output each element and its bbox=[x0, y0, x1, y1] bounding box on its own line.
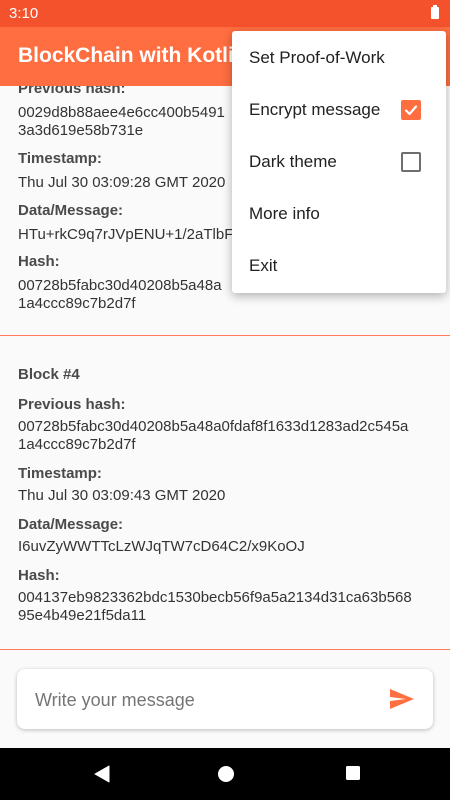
previous-hash-value-cont: 3a3d619e58b731e bbox=[18, 122, 144, 139]
block-title: Block #4 bbox=[18, 366, 80, 383]
hash-value: 00728b5fabc30d40208b5a48a bbox=[18, 277, 222, 294]
data-value: HTu+rkC9q7rJVpENU+1/2aTlbF bbox=[18, 226, 234, 243]
message-input-placeholder: Write your message bbox=[35, 690, 195, 710]
previous-hash-value-cont: 1a4ccc89c7b2d7f bbox=[18, 436, 136, 453]
data-value: I6uvZyWWTTcLzWJqTW7cD64C2/x9KoOJ bbox=[18, 538, 305, 555]
battery-icon bbox=[431, 5, 439, 19]
hash-label: Hash: bbox=[18, 253, 60, 270]
recents-icon[interactable] bbox=[323, 748, 383, 800]
back-icon[interactable] bbox=[72, 748, 132, 800]
menu-item-set-proof-of-work[interactable]: Set Proof-of-Work bbox=[232, 32, 446, 84]
hash-value: 004137eb9823362bdc1530becb56f9a5a2134d31… bbox=[18, 589, 412, 606]
hash-label: Hash: bbox=[18, 567, 60, 584]
block-divider bbox=[0, 649, 450, 650]
previous-hash-value: 0029d8b88aee4e6cc400b5491 bbox=[18, 104, 225, 121]
encrypt-message-checkbox[interactable] bbox=[401, 100, 421, 120]
menu-item-encrypt-message[interactable]: Encrypt message bbox=[232, 84, 446, 136]
menu-item-label: Dark theme bbox=[249, 152, 337, 171]
menu-item-more-info[interactable]: More info bbox=[232, 188, 446, 240]
menu-item-dark-theme[interactable]: Dark theme bbox=[232, 136, 446, 188]
overflow-menu: Set Proof-of-Work Encrypt message Dark t… bbox=[232, 31, 446, 293]
dark-theme-checkbox[interactable] bbox=[401, 152, 421, 172]
previous-hash-label: Previous hash: bbox=[18, 86, 126, 97]
status-bar: 3:10 bbox=[0, 0, 450, 27]
data-label: Data/Message: bbox=[18, 202, 124, 219]
hash-value-cont: 95e4b49e21f5da11 bbox=[18, 607, 147, 624]
timestamp-value: Thu Jul 30 03:09:43 GMT 2020 bbox=[18, 487, 226, 504]
status-time: 3:10 bbox=[9, 5, 39, 22]
data-label: Data/Message: bbox=[18, 516, 124, 533]
hash-value-cont: 1a4ccc89c7b2d7f bbox=[18, 295, 136, 312]
menu-item-label: Exit bbox=[249, 256, 278, 275]
block-divider bbox=[0, 335, 450, 336]
menu-item-label: Encrypt message bbox=[249, 100, 381, 119]
message-input[interactable]: Write your message bbox=[17, 669, 433, 729]
previous-hash-label: Previous hash: bbox=[18, 396, 126, 413]
timestamp-value: Thu Jul 30 03:09:28 GMT 2020 bbox=[18, 174, 226, 191]
app-title: BlockChain with Kotlin bbox=[18, 44, 247, 67]
timestamp-label: Timestamp: bbox=[18, 465, 102, 482]
message-composer: Write your message bbox=[0, 651, 450, 748]
menu-item-exit[interactable]: Exit bbox=[232, 240, 446, 292]
menu-item-label: More info bbox=[249, 204, 320, 223]
home-icon[interactable] bbox=[195, 748, 255, 800]
timestamp-label: Timestamp: bbox=[18, 150, 102, 167]
send-icon[interactable] bbox=[389, 688, 415, 710]
menu-item-label: Set Proof-of-Work bbox=[249, 48, 385, 67]
previous-hash-value: 00728b5fabc30d40208b5a48a0fdaf8f1633d128… bbox=[18, 418, 409, 435]
system-nav-bar bbox=[0, 748, 450, 800]
